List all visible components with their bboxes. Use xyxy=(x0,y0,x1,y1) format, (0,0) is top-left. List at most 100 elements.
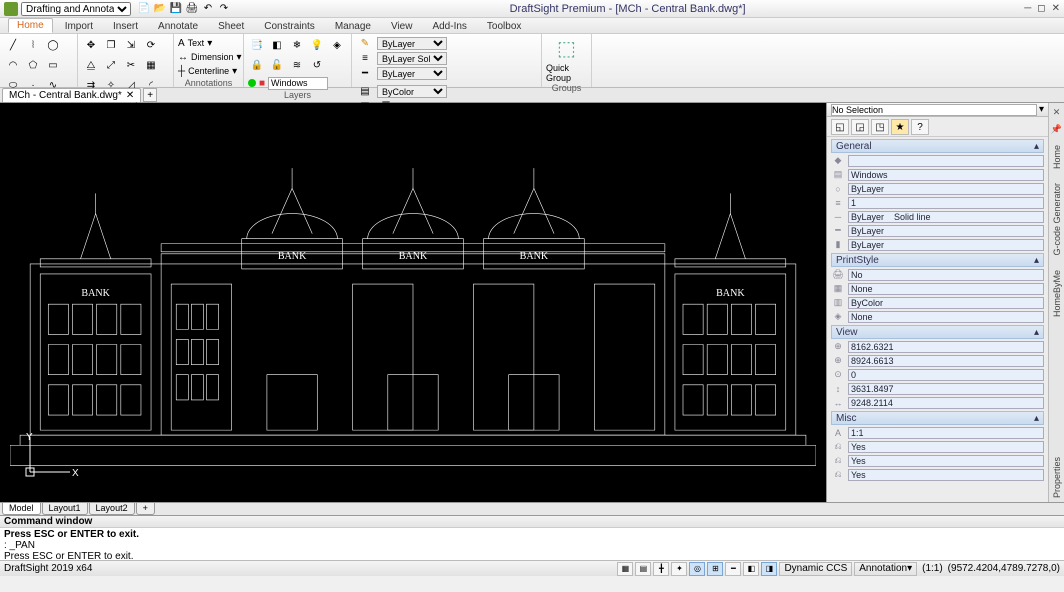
layer-prev-icon[interactable]: ↺ xyxy=(308,56,326,74)
righttab-homebyme[interactable]: HomeByMe xyxy=(1052,266,1062,321)
pick-button[interactable]: ◱ xyxy=(831,119,849,135)
filter-dropdown-icon[interactable]: ▾ xyxy=(1039,104,1044,115)
layer-freeze-icon[interactable]: ❄ xyxy=(288,36,306,54)
prop-misc-scale[interactable] xyxy=(848,427,1044,439)
undo-icon[interactable]: ↶ xyxy=(201,2,215,16)
layer-manager-icon[interactable]: 📑 xyxy=(248,36,266,54)
workspace-select[interactable]: Drafting and Annotation xyxy=(21,2,131,16)
sheet-model[interactable]: Model xyxy=(2,503,41,515)
move-icon[interactable]: ✥ xyxy=(82,36,100,54)
prop-ps-bycolor[interactable] xyxy=(848,297,1044,309)
prop-linetype[interactable] xyxy=(848,211,1044,223)
dynccs-toggle[interactable]: ◨ xyxy=(761,562,777,576)
circle-icon[interactable]: ◯ xyxy=(44,36,62,54)
righttab-gcode[interactable]: G-code Generator xyxy=(1052,179,1062,260)
line-icon[interactable]: ╱ xyxy=(4,36,22,54)
quickgroup-icon[interactable]: ⬚ xyxy=(557,36,576,61)
tab-home[interactable]: Home xyxy=(8,18,53,33)
minimize-icon[interactable]: ─ xyxy=(1024,3,1031,14)
section-general[interactable]: General▴ xyxy=(831,139,1044,153)
tab-manage[interactable]: Manage xyxy=(327,20,379,33)
esnap-toggle[interactable]: ◎ xyxy=(689,562,705,576)
quickselect-button[interactable]: ◲ xyxy=(851,119,869,135)
print-icon[interactable]: 🖨 xyxy=(185,2,199,16)
tab-constraints[interactable]: Constraints xyxy=(256,20,323,33)
prop-ps-no[interactable] xyxy=(848,269,1044,281)
qinput-toggle[interactable]: ◧ xyxy=(743,562,759,576)
trim-icon[interactable]: ✂ xyxy=(122,56,140,74)
prop-misc-1[interactable] xyxy=(848,441,1044,453)
dock-pin-icon[interactable]: 📌 xyxy=(1051,124,1062,135)
etrack-toggle[interactable]: ⊞ xyxy=(707,562,723,576)
layer-off-icon[interactable]: 💡 xyxy=(308,36,326,54)
document-tab[interactable]: MCh - Central Bank.dwg* ✕ xyxy=(2,88,141,102)
dock-close-icon[interactable]: ✕ xyxy=(1053,107,1061,118)
printcolor-select[interactable]: ByColor xyxy=(377,85,447,98)
current-layer-field[interactable] xyxy=(268,77,328,90)
pattern-icon[interactable]: ▦ xyxy=(142,56,160,74)
open-icon[interactable]: 📂 xyxy=(153,2,167,16)
mirror-icon[interactable]: ⧋ xyxy=(82,56,100,74)
command-window[interactable]: Command window Press ESC or ENTER to exi… xyxy=(0,515,1064,560)
drawing-canvas[interactable]: BANK BANK xyxy=(0,103,826,502)
selection-filter[interactable] xyxy=(831,104,1037,116)
prop-view-h[interactable] xyxy=(848,383,1044,395)
new-tab-button[interactable]: + xyxy=(143,88,157,102)
tab-sheet[interactable]: Sheet xyxy=(210,20,252,33)
prop-linescale[interactable] xyxy=(848,197,1044,209)
section-printstyle[interactable]: PrintStyle▴ xyxy=(831,253,1044,267)
maximize-icon[interactable]: ◻ xyxy=(1037,3,1045,14)
prop-ps-none1[interactable] xyxy=(848,283,1044,295)
new-icon[interactable]: 📄 xyxy=(137,2,151,16)
grid-toggle[interactable]: ▤ xyxy=(635,562,651,576)
section-view[interactable]: View▴ xyxy=(831,325,1044,339)
prop-misc-3[interactable] xyxy=(848,469,1044,481)
layer-match-icon[interactable]: ≋ xyxy=(288,56,306,74)
prop-misc-2[interactable] xyxy=(848,455,1044,467)
toggle-pim-button[interactable]: ★ xyxy=(891,119,909,135)
prop-view-y[interactable] xyxy=(848,355,1044,367)
prop-thickness[interactable] xyxy=(848,239,1044,251)
prop-view-w[interactable] xyxy=(848,397,1044,409)
righttab-home[interactable]: Home xyxy=(1052,141,1062,173)
color-select[interactable]: ByLayer xyxy=(377,37,447,50)
tab-close-icon[interactable]: ✕ xyxy=(126,90,134,101)
prop-view-x[interactable] xyxy=(848,341,1044,353)
tab-annotate[interactable]: Annotate xyxy=(150,20,206,33)
dimension-button[interactable]: Dimension xyxy=(191,52,234,62)
sheet-add[interactable]: + xyxy=(136,503,155,515)
dynccs-label[interactable]: Dynamic CCS xyxy=(779,562,852,576)
prop-lineweight[interactable] xyxy=(848,225,1044,237)
polyline-icon[interactable]: ⦚ xyxy=(24,36,42,54)
close-icon[interactable]: ✕ xyxy=(1052,3,1060,14)
stretch-icon[interactable]: ⇲ xyxy=(122,36,140,54)
tab-import[interactable]: Import xyxy=(57,20,101,33)
text-icon[interactable]: A xyxy=(178,38,185,49)
command-window-body[interactable]: Press ESC or ENTER to exit. : _PAN Press… xyxy=(0,528,1064,563)
sheet-layout1[interactable]: Layout1 xyxy=(42,503,88,515)
centerline-icon[interactable]: ┼ xyxy=(178,66,185,77)
scale-icon[interactable]: ⤢ xyxy=(102,56,120,74)
linetype-select[interactable]: ByLayer Solid line xyxy=(377,52,447,65)
tab-toolbox[interactable]: Toolbox xyxy=(479,20,529,33)
copy-icon[interactable]: ❐ xyxy=(102,36,120,54)
text-button[interactable]: Text xyxy=(188,38,205,48)
layer-iso-icon[interactable]: ◈ xyxy=(328,36,346,54)
lineweight-icon[interactable]: ━ xyxy=(356,64,374,82)
polygon-icon[interactable]: ⬠ xyxy=(24,56,42,74)
annotation-label[interactable]: Annotation ▾ xyxy=(854,562,917,576)
tab-insert[interactable]: Insert xyxy=(105,20,146,33)
section-misc[interactable]: Misc▴ xyxy=(831,411,1044,425)
lineweight-select[interactable]: ByLayer xyxy=(377,67,447,80)
save-icon[interactable]: 💾 xyxy=(169,2,183,16)
prop-layer[interactable] xyxy=(848,169,1044,181)
righttab-properties[interactable]: Properties xyxy=(1052,453,1062,502)
prop-ps-none2[interactable] xyxy=(848,311,1044,323)
ortho-toggle[interactable]: ╋ xyxy=(653,562,669,576)
layer-unlock-icon[interactable]: 🔓 xyxy=(268,56,286,74)
tab-addins[interactable]: Add-Ins xyxy=(424,20,474,33)
rotate-icon[interactable]: ⟳ xyxy=(142,36,160,54)
layer-state-icon[interactable]: ◧ xyxy=(268,36,286,54)
redo-icon[interactable]: ↷ xyxy=(217,2,231,16)
sheet-layout2[interactable]: Layout2 xyxy=(89,503,135,515)
